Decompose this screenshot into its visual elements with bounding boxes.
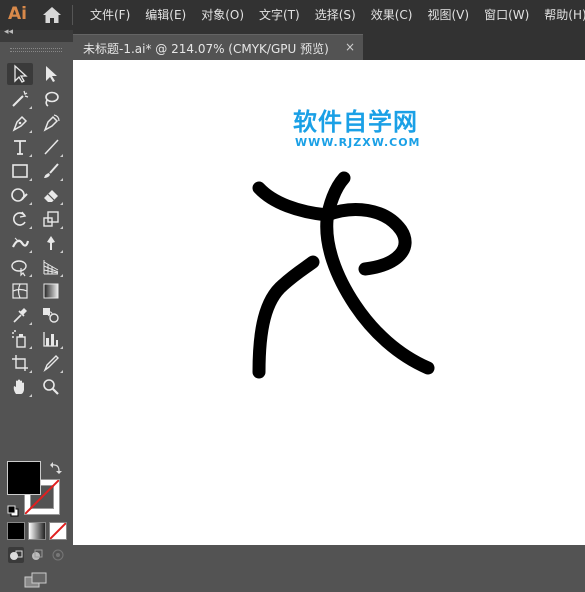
- draw-normal-icon[interactable]: [8, 547, 24, 563]
- shaper-tool-icon[interactable]: [7, 184, 33, 206]
- menu-file[interactable]: 文件(F): [90, 0, 130, 30]
- swap-fill-stroke-icon[interactable]: [49, 460, 63, 474]
- toolbar-grip[interactable]: [0, 42, 73, 56]
- app-logo: Ai: [8, 4, 27, 24]
- pen-tool-icon[interactable]: [7, 112, 33, 134]
- magic-wand-tool-icon[interactable]: [7, 88, 33, 110]
- mesh-tool-icon[interactable]: [7, 280, 33, 302]
- symbol-sprayer-tool-icon[interactable]: [7, 328, 33, 350]
- home-icon[interactable]: [42, 6, 62, 24]
- fill-color-swatch[interactable]: [7, 461, 41, 495]
- eraser-tool-icon[interactable]: [38, 184, 64, 206]
- selection-tool-icon[interactable]: [7, 63, 33, 85]
- eyedropper-tool-icon[interactable]: [7, 304, 33, 326]
- watermark-title: 软件自学网: [293, 108, 418, 136]
- menu-help[interactable]: 帮助(H): [544, 0, 585, 30]
- scale-tool-icon[interactable]: [38, 208, 64, 230]
- watermark-url: WWW.RJZXW.COM: [295, 136, 421, 149]
- menu-object[interactable]: 对象(O): [201, 0, 244, 30]
- curvature-tool-icon[interactable]: [38, 112, 64, 134]
- menu-edit[interactable]: 编辑(E): [145, 0, 186, 30]
- draw-behind-icon[interactable]: [29, 547, 45, 563]
- artboard-canvas[interactable]: 软件自学网 WWW.RJZXW.COM: [73, 60, 585, 545]
- menu-bar: Ai 文件(F) 编辑(E) 对象(O) 文字(T) 选择(S) 效果(C) 视…: [0, 0, 585, 30]
- slice-tool-icon[interactable]: [38, 352, 64, 374]
- document-tab[interactable]: 未标题-1.ai* @ 214.07% (CMYK/GPU 预览) ×: [73, 34, 363, 61]
- default-fill-stroke-icon[interactable]: [7, 502, 19, 517]
- menu-list: 文件(F) 编辑(E) 对象(O) 文字(T) 选择(S) 效果(C) 视图(V…: [90, 0, 585, 30]
- menu-effect[interactable]: 效果(C): [371, 0, 413, 30]
- rotate-tool-icon[interactable]: [7, 208, 33, 230]
- type-tool-icon[interactable]: [7, 136, 33, 158]
- draw-inside-icon[interactable]: [50, 547, 66, 563]
- none-mode-button[interactable]: [49, 522, 67, 540]
- menu-view[interactable]: 视图(V): [427, 0, 469, 30]
- menu-type[interactable]: 文字(T): [259, 0, 300, 30]
- screen-mode-icon[interactable]: [24, 572, 48, 588]
- site-watermark: 软件自学网 WWW.RJZXW.COM: [293, 108, 453, 154]
- rectangle-tool-icon[interactable]: [7, 160, 33, 182]
- width-tool-icon[interactable]: [7, 232, 33, 254]
- artboard-tool-icon[interactable]: [7, 352, 33, 374]
- close-icon[interactable]: ×: [345, 40, 355, 54]
- menu-window[interactable]: 窗口(W): [484, 0, 529, 30]
- tools-panel: [0, 56, 73, 588]
- toolbar-header: ◂◂: [0, 27, 73, 42]
- line-segment-tool-icon[interactable]: [38, 136, 64, 158]
- gradient-tool-icon[interactable]: [38, 280, 64, 302]
- zoom-tool-icon[interactable]: [38, 376, 64, 398]
- document-tab-bar: 未标题-1.ai* @ 214.07% (CMYK/GPU 预览) ×: [73, 30, 585, 61]
- shape-builder-tool-icon[interactable]: [7, 256, 33, 278]
- paintbrush-tool-icon[interactable]: [38, 160, 64, 182]
- blend-tool-icon[interactable]: [38, 304, 64, 326]
- menu-select[interactable]: 选择(S): [315, 0, 356, 30]
- lasso-tool-icon[interactable]: [38, 88, 64, 110]
- hand-tool-icon[interactable]: [7, 376, 33, 398]
- color-mode-button[interactable]: [7, 522, 25, 540]
- menu-separator: [72, 5, 73, 25]
- perspective-grid-tool-icon[interactable]: [38, 256, 64, 278]
- collapse-panel-icon[interactable]: ◂◂: [4, 27, 13, 37]
- gradient-mode-button[interactable]: [28, 522, 46, 540]
- column-graph-tool-icon[interactable]: [38, 328, 64, 350]
- direct-selection-tool-icon[interactable]: [38, 63, 64, 85]
- document-tab-title: 未标题-1.ai* @ 214.07% (CMYK/GPU 预览): [83, 42, 329, 56]
- puppet-warp-tool-icon[interactable]: [38, 232, 64, 254]
